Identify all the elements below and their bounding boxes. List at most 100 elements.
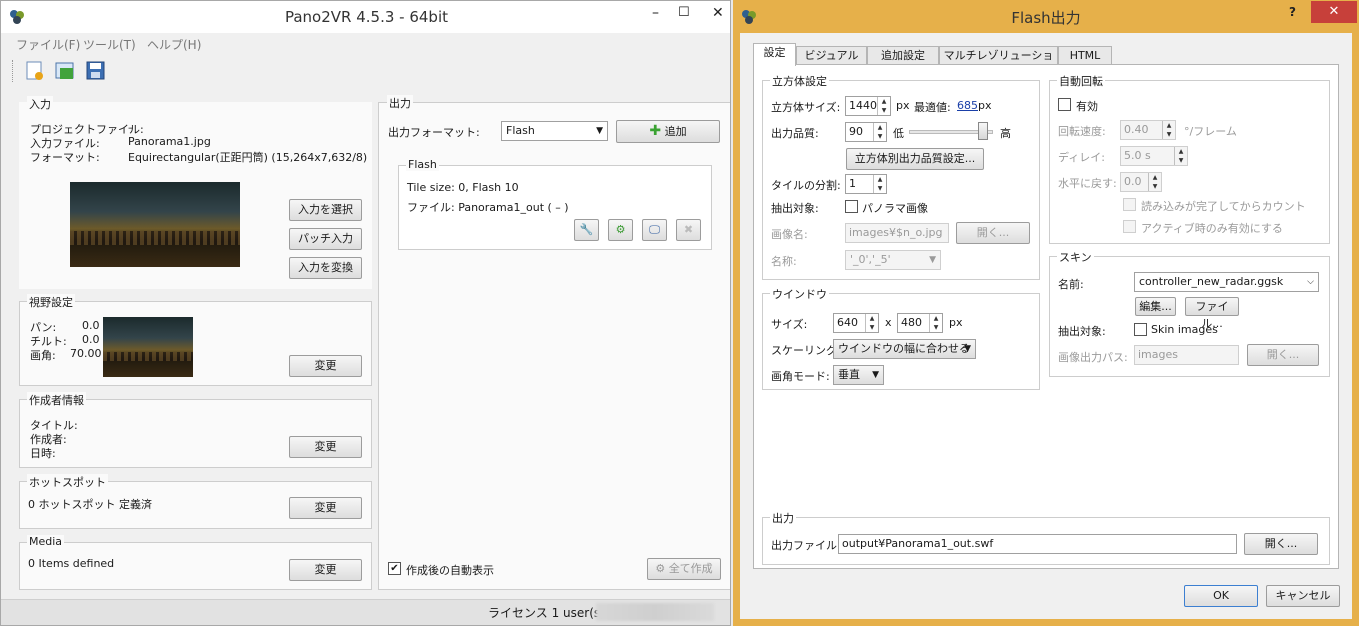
patch-input-button[interactable]: パッチ入力	[289, 228, 362, 250]
media-group: Media 0 Items defined 変更	[19, 535, 372, 590]
dialog-close-button[interactable]: ✕	[1311, 1, 1357, 23]
tilt-value: 0.0	[82, 333, 100, 346]
skin-file-button[interactable]: ファイル...	[1185, 297, 1239, 330]
help-button[interactable]: ?	[1289, 5, 1296, 19]
optimal-label: 最適値:	[914, 101, 951, 114]
auto-show-label: 作成後の自動表示	[406, 564, 494, 577]
build-button[interactable]: ⚙	[608, 219, 633, 241]
author-change-button[interactable]: 変更	[289, 436, 362, 458]
spin-arrows-icon[interactable]: ▲ ▼	[865, 314, 878, 332]
window-height-spinner[interactable]: 480 ▲ ▼	[897, 313, 943, 333]
scaling-value: ウインドウの幅に合わせる	[838, 342, 970, 355]
spin-arrows-icon[interactable]: ▲ ▼	[1148, 173, 1161, 191]
active-only-checkbox[interactable]	[1123, 220, 1136, 233]
tile-split-spinner[interactable]: 1 ▲ ▼	[845, 174, 887, 194]
spin-arrows-icon[interactable]: ▲ ▼	[873, 123, 886, 141]
image-name-label: 画像名:	[771, 228, 808, 241]
autorotate-enabled-checkbox[interactable]	[1058, 98, 1071, 111]
menu-tools[interactable]: ツール(T)	[83, 36, 136, 53]
output-format-value: Flash	[506, 124, 535, 137]
output-format-label: 出力フォーマット:	[388, 126, 480, 139]
save-icon[interactable]	[85, 60, 107, 82]
skin-name-value: controller_new_radar.ggsk	[1139, 275, 1284, 288]
panorama-image-checkbox[interactable]	[845, 200, 858, 213]
delay-spinner[interactable]: 5.0 s ▲ ▼	[1120, 146, 1188, 166]
delete-button[interactable]: ✖	[676, 219, 701, 241]
ok-button[interactable]: OK	[1184, 585, 1258, 607]
quality-slider-thumb[interactable]	[977, 122, 988, 140]
output-file-label: 出力ファイル:	[771, 539, 841, 552]
menu-file[interactable]: ファイル(F)	[16, 36, 80, 53]
skin-name-label: 名前:	[1058, 278, 1084, 291]
cube-size-spinner[interactable]: 1440 ▲ ▼	[845, 96, 891, 116]
tab-multires[interactable]: マルチレゾリューション	[939, 46, 1058, 80]
tab-visual[interactable]: ビジュアル	[796, 46, 867, 65]
cube-size-value: 1440	[849, 99, 877, 112]
speed-value: 0.40	[1124, 123, 1149, 136]
add-output-button[interactable]: ✚ 追加	[616, 120, 720, 143]
scaling-select[interactable]: ウインドウの幅に合わせる ▼	[833, 339, 976, 359]
speed-label: 回転速度:	[1058, 125, 1106, 138]
dialog-client: 設定 ビジュアル 追加設定 マルチレゾリューション HTML 立方体設定 立方体…	[740, 33, 1352, 619]
image-name-open-button[interactable]: 開く...	[956, 222, 1030, 244]
preview-button[interactable]: 🖵	[642, 219, 667, 241]
window-width-spinner[interactable]: 640 ▲ ▼	[833, 313, 879, 333]
quality-value: 90	[849, 125, 863, 138]
dropdown-arrow-icon: ▼	[596, 126, 603, 136]
tab-settings[interactable]: 設定	[753, 43, 796, 66]
skin-name-select[interactable]: controller_new_radar.ggsk ⌵	[1134, 272, 1319, 292]
spin-arrows-icon[interactable]: ▲ ▼	[877, 97, 890, 115]
window-width-value: 640	[837, 316, 858, 329]
hotspot-change-button[interactable]: 変更	[289, 497, 362, 519]
spin-arrows-icon[interactable]: ▲ ▼	[1162, 121, 1175, 139]
cancel-button[interactable]: キャンセル	[1266, 585, 1340, 607]
spin-arrows-icon[interactable]: ▲ ▼	[873, 175, 886, 193]
edit-settings-button[interactable]: 🔧	[574, 219, 599, 241]
image-output-path-open-button[interactable]: 開く...	[1247, 344, 1319, 366]
spin-arrows-icon[interactable]: ▲ ▼	[1174, 147, 1187, 165]
return-horizon-value: 0.0	[1124, 175, 1142, 188]
name-select[interactable]: '_0','_5' ▼	[845, 250, 941, 270]
build-all-button[interactable]: ⚙ 全て作成	[647, 558, 721, 580]
skin-images-label: Skin images	[1151, 323, 1218, 336]
maximize-button[interactable]: ☐	[678, 5, 690, 20]
view-preview-image	[103, 317, 193, 377]
new-project-icon[interactable]	[24, 60, 46, 82]
auto-show-checkbox[interactable]: ✔	[388, 562, 401, 575]
optimal-value-link[interactable]: 685	[957, 99, 978, 112]
dropdown-arrow-icon: ▼	[872, 370, 879, 380]
output-file-input[interactable]: output¥Panorama1_out.swf	[838, 534, 1237, 554]
autorotate-group: 自動回転 有効 回転速度: 0.40 ▲ ▼ °/フレーム ディレイ: 5.0 s ▲…	[1049, 73, 1330, 244]
quality-spinner[interactable]: 90 ▲ ▼	[845, 122, 887, 142]
fov-mode-select[interactable]: 垂直 ▼	[833, 365, 884, 385]
image-name-input[interactable]: images¥$n_o.jpg	[845, 223, 949, 243]
quality-low-label: 低	[893, 127, 904, 140]
image-output-path-input[interactable]: images	[1134, 345, 1239, 365]
per-face-quality-button[interactable]: 立方体別出力品質設定...	[846, 148, 984, 170]
tab-advanced[interactable]: 追加設定	[867, 46, 939, 65]
media-change-button[interactable]: 変更	[289, 559, 362, 581]
skin-edit-button[interactable]: 編集...	[1135, 297, 1176, 316]
skin-group: スキン 名前: controller_new_radar.ggsk ⌵ 編集...…	[1049, 249, 1330, 377]
open-project-icon[interactable]	[54, 60, 76, 82]
tab-html[interactable]: HTML	[1058, 46, 1112, 65]
menu-help[interactable]: ヘルプ(H)	[147, 36, 201, 53]
flash-output-group: Flash Tile size: 0, Flash 10 ファイル: Panor…	[398, 158, 712, 250]
skin-images-checkbox[interactable]	[1134, 323, 1147, 336]
after-load-checkbox[interactable]	[1123, 198, 1136, 211]
output-file-open-button[interactable]: 開く...	[1244, 533, 1318, 555]
select-input-button[interactable]: 入力を選択	[289, 199, 362, 221]
tile-split-label: タイルの分割:	[771, 179, 841, 192]
hotspot-group: ホットスポット 0 ホットスポット 定義済 変更	[19, 474, 372, 529]
media-count: 0 Items defined	[28, 557, 115, 570]
return-horizon-spinner[interactable]: 0.0 ▲ ▼	[1120, 172, 1162, 192]
minimize-button[interactable]: –	[652, 5, 659, 21]
convert-input-button[interactable]: 入力を変換	[289, 257, 362, 279]
fov-mode-label: 画角モード:	[771, 370, 830, 383]
output-format-select[interactable]: Flash ▼	[501, 121, 608, 141]
spin-arrows-icon[interactable]: ▲ ▼	[929, 314, 942, 332]
close-button[interactable]: ✕	[712, 5, 724, 21]
view-change-button[interactable]: 変更	[289, 355, 362, 377]
speed-spinner[interactable]: 0.40 ▲ ▼	[1120, 120, 1176, 140]
input-group: 入力 プロジェクトファイル: – 入力ファイル: Panorama1.jpg フ…	[19, 96, 372, 289]
